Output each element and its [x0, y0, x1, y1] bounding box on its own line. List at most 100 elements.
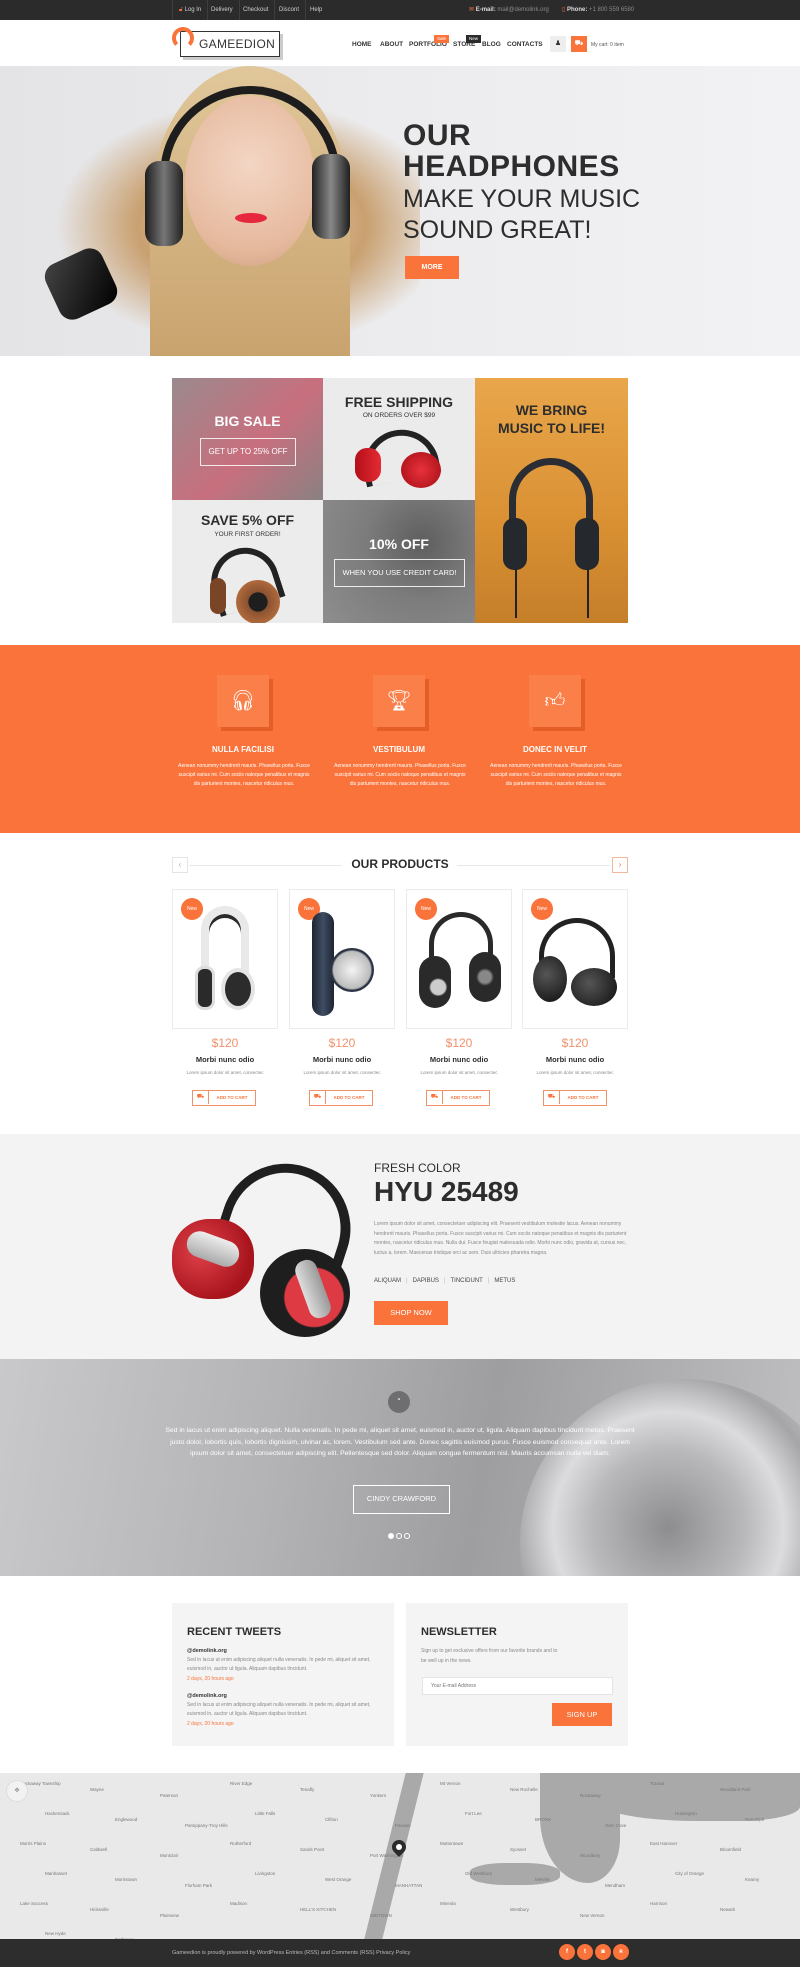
twitter-icon[interactable]: t [577, 1944, 593, 1960]
map-pan-control[interactable]: ✥ [6, 1780, 28, 1802]
nav-contacts[interactable]: CONTACTS [507, 41, 543, 48]
testimonial-author-button[interactable]: CINDY CRAWFORD [353, 1485, 450, 1514]
tweet-user[interactable]: @demolink.org [187, 1693, 227, 1699]
tag-link[interactable]: DAPIBUS [413, 1278, 439, 1284]
featured-subtitle: FRESH COLOR [374, 1161, 461, 1175]
brown-headphones-image [202, 538, 290, 623]
tweet-time[interactable]: 2 days, 20 hours ago [187, 1721, 234, 1727]
map-place-label: Tenafly [300, 1787, 315, 1792]
product-desc: Lorem ipsum dolor sit amet, consectec [186, 1070, 264, 1075]
map-place-label: Montclair [160, 1853, 179, 1858]
banner-big-sale[interactable]: BIG SALE GET UP TO 25% OFF [172, 378, 323, 500]
map-place-label: MANHATTAN [395, 1883, 423, 1888]
red-headphones-image [172, 1146, 368, 1344]
discont-link[interactable]: Discont [273, 0, 307, 20]
map-place-label: Mineola [440, 1901, 456, 1906]
product-card[interactable]: New [289, 889, 395, 1029]
instagram-icon[interactable]: ◙ [595, 1944, 611, 1960]
slider-dot[interactable] [396, 1533, 402, 1539]
map-place-label: Mendham [605, 1883, 626, 1888]
map[interactable]: Rockaway Township Wayne Paterson River Edge… [0, 1773, 800, 1939]
red-headphones-image [353, 422, 445, 490]
newsletter-email-input[interactable] [422, 1677, 613, 1695]
map-place-label: BRONX [535, 1817, 552, 1822]
cart-icon: ⛟ [193, 1091, 209, 1104]
cart-icon: ⛟ [427, 1091, 443, 1104]
newsletter-title: NEWSLETTER [421, 1626, 497, 1638]
slider-dot[interactable] [404, 1533, 410, 1539]
facebook-icon[interactable]: f [559, 1944, 575, 1960]
cart-icon: ⛟ [544, 1091, 560, 1104]
feature-icon-box: 🎧︎ [217, 675, 269, 727]
tweet-user[interactable]: @demolink.org [187, 1648, 227, 1654]
map-place-label: Sands Point [300, 1847, 325, 1852]
account-button[interactable]: ♟ [550, 36, 566, 52]
map-place-label: Paterson [160, 1793, 179, 1798]
map-place-label: West Orange [325, 1877, 352, 1882]
product-card[interactable]: New [406, 889, 512, 1029]
delivery-link[interactable]: Delivery [205, 0, 240, 20]
login-link[interactable]: 🔓︎ Log In [172, 0, 209, 20]
add-to-cart-button[interactable]: ⛟ ADD TO CART [426, 1090, 490, 1106]
rss-icon[interactable]: ʀ [613, 1944, 629, 1960]
nav-home[interactable]: HOME [352, 41, 372, 48]
headphones-icon: 🎧︎ [230, 690, 256, 712]
tag-link[interactable]: ALIQUAM [374, 1278, 401, 1284]
tag-separator: | [487, 1278, 490, 1284]
thumbs-up-icon: 👍︎ [544, 690, 566, 712]
trophy-icon: 🏆︎ [386, 690, 412, 712]
feature-icon-box: 🏆︎ [373, 675, 425, 727]
banner-save-5[interactable]: SAVE 5% OFF YOUR FIRST ORDER! [172, 500, 323, 623]
map-place-label: Kearny [745, 1877, 760, 1882]
product-name[interactable]: Morbi nunc odio [172, 1055, 278, 1064]
slider-dot-active[interactable] [388, 1533, 394, 1539]
map-place-label: Wayne [90, 1787, 104, 1792]
headphone-cup-shape [312, 154, 350, 239]
hero-more-button[interactable]: MORE [405, 256, 459, 279]
product-card[interactable]: New [522, 889, 628, 1029]
tag-separator: | [443, 1278, 446, 1284]
shop-now-button[interactable]: SHOP NOW [374, 1301, 448, 1325]
banner-free-shipping[interactable]: FREE SHIPPING ON ORDERS OVER $99 [323, 378, 475, 500]
tag-link[interactable]: METUS [494, 1278, 515, 1284]
feature-text: Aenean nonummy hendrerit mauris. Phasell… [490, 763, 622, 787]
tag-link[interactable]: TINCIDUNT [450, 1278, 482, 1284]
cart-summary[interactable]: My cart: 0 item [591, 42, 624, 48]
add-to-cart-button[interactable]: ⛟ ADD TO CART [192, 1090, 256, 1106]
nav-blog[interactable]: BLOG [482, 41, 501, 48]
black-headphones-image [503, 458, 599, 618]
map-place-label: Florham Park [185, 1883, 213, 1888]
product-name[interactable]: Morbi nunc odio [522, 1055, 628, 1064]
map-place-label: Little Falls [255, 1811, 276, 1816]
map-place-label: River Edge [230, 1781, 253, 1786]
map-place-label: Muttontown [440, 1841, 464, 1846]
map-place-label: Caldwell [90, 1847, 108, 1852]
map-place-label: Glen Cove [605, 1823, 627, 1828]
footer-text: Gameedion is proudly powered by WordPres… [172, 1950, 411, 1956]
checkout-link[interactable]: Checkout [237, 0, 276, 20]
map-place-label: Woodbury [580, 1853, 601, 1858]
nav-about[interactable]: ABOUT [380, 41, 403, 48]
logo[interactable]: GAMEEDION [180, 31, 280, 57]
add-to-cart-button[interactable]: ⛟ ADD TO CART [543, 1090, 607, 1106]
sign-up-button[interactable]: SIGN UP [552, 1703, 612, 1726]
product-price: $120 [328, 1036, 356, 1050]
email-value[interactable]: mail@demolink.org [497, 7, 548, 13]
cart-button[interactable]: ⛟ [571, 36, 587, 52]
banner-10-off[interactable]: 10% OFF WHEN YOU USE CREDIT CARD! [323, 500, 475, 623]
add-to-cart-button[interactable]: ⛟ ADD TO CART [309, 1090, 373, 1106]
map-place-label: Yonkers [370, 1793, 387, 1798]
logo-text: GAMEEDION [199, 37, 276, 51]
product-name[interactable]: Morbi nunc odio [289, 1055, 395, 1064]
credit-card-offer: WHEN YOU USE CREDIT CARD! [334, 559, 465, 587]
map-place-label: New Rochelle [510, 1787, 538, 1792]
map-place-label: New Vernon [580, 1913, 605, 1918]
product-name[interactable]: Morbi nunc odio [406, 1055, 512, 1064]
products-next-button[interactable]: › [612, 857, 628, 873]
tweet-time[interactable]: 2 days, 20 hours ago [187, 1676, 234, 1682]
hero-photo [0, 66, 420, 356]
help-link[interactable]: Help [304, 0, 328, 20]
banner-music-to-life[interactable]: WE BRING MUSIC TO LIFE! [475, 378, 628, 623]
product-card[interactable]: New [172, 889, 278, 1029]
envelope-icon: ✉ [469, 7, 475, 13]
